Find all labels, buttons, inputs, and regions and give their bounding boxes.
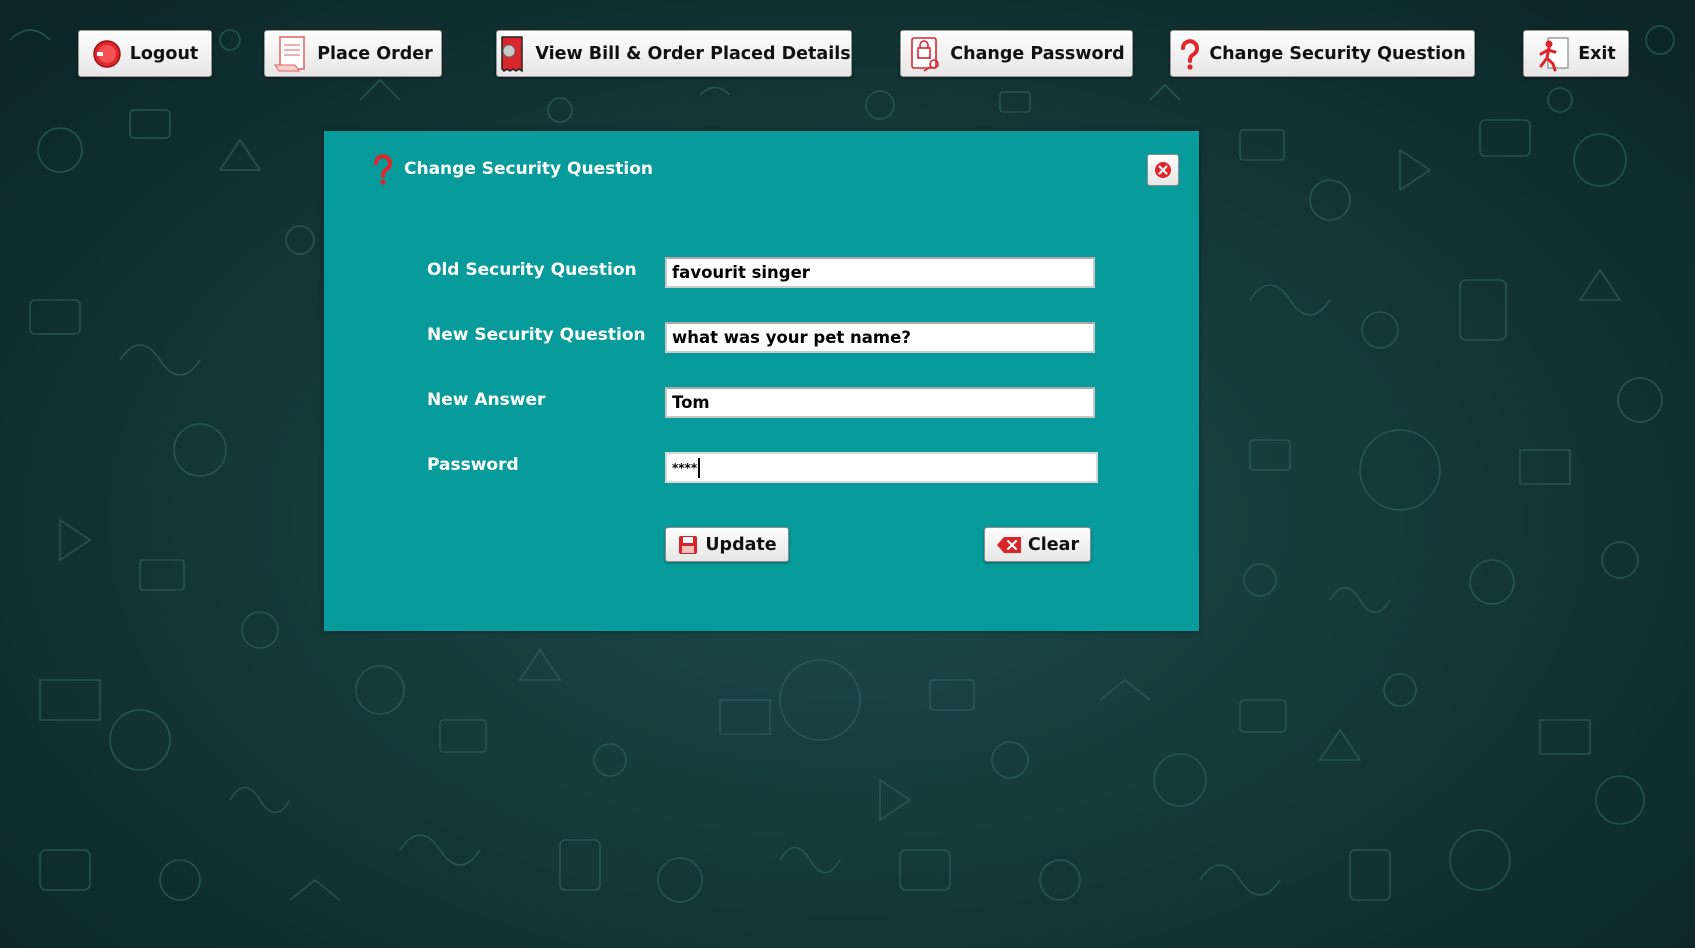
new-answer-value: Tom [672,393,710,412]
lock-key-icon [911,36,940,72]
running-man-icon [1539,36,1569,71]
old-security-question-field[interactable]: favourit singer [665,257,1095,288]
place-order-label: Place Order [317,43,433,64]
view-bill-button[interactable]: View Bill & Order Placed Details [496,30,852,77]
change-security-question-label: Change Security Question [1209,43,1466,64]
exit-button[interactable]: Exit [1523,30,1629,77]
old-security-question-label: Old Security Question [427,260,637,280]
old-security-question-value: favourit singer [672,263,810,282]
place-order-button[interactable]: Place Order [264,30,442,77]
clear-button[interactable]: Clear [984,527,1091,562]
password-value: **** [672,460,698,475]
view-bill-label: View Bill & Order Placed Details [535,43,851,64]
new-security-question-field[interactable]: what was your pet name? [665,322,1095,353]
clear-label: Clear [1027,534,1080,555]
password-field[interactable]: **** [665,452,1098,483]
power-icon [92,39,121,68]
document-icon [274,35,305,71]
backspace-icon [996,536,1021,553]
question-mark-icon [374,154,392,185]
update-label: Update [705,534,777,555]
dialog-title-text: Change Security Question [404,159,653,179]
new-security-question-label: New Security Question [427,325,646,345]
new-answer-field[interactable]: Tom [665,387,1095,418]
update-button[interactable]: Update [665,527,789,562]
new-security-question-value: what was your pet name? [672,328,911,347]
change-security-question-button[interactable]: Change Security Question [1170,30,1475,77]
change-security-question-dialog: Change Security Question Old Security Qu… [324,131,1199,631]
logout-button[interactable]: Logout [78,30,212,77]
dialog-title: Change Security Question [372,153,653,185]
question-mark-icon [1181,38,1200,70]
change-password-label: Change Password [950,43,1125,64]
text-caret [698,457,700,478]
password-label: Password [427,455,519,475]
bill-icon [501,35,524,72]
close-icon [1155,162,1171,178]
new-answer-label: New Answer [427,390,546,410]
change-password-button[interactable]: Change Password [900,30,1133,77]
close-button[interactable] [1147,154,1179,186]
logout-label: Logout [129,43,199,64]
save-icon [679,535,698,554]
exit-label: Exit [1578,43,1616,64]
